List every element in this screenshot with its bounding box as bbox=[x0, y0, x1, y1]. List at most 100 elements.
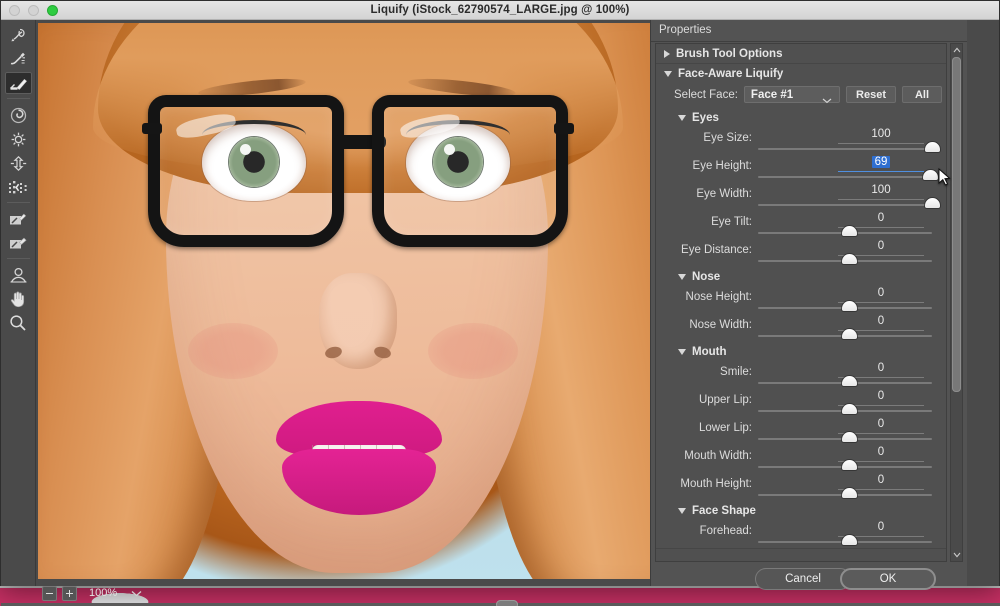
slider-control[interactable]: 0 bbox=[758, 473, 940, 501]
slider-value-input[interactable]: 0 bbox=[860, 362, 902, 374]
slider-row: Mouth Height: 0 bbox=[656, 473, 946, 501]
reconstruct-tool-icon[interactable] bbox=[5, 48, 32, 70]
slider-value-input[interactable]: 0 bbox=[860, 240, 902, 252]
slider-control[interactable]: 0 bbox=[758, 286, 940, 314]
properties-scrollbar[interactable] bbox=[950, 43, 963, 562]
slider-value-text: 100 bbox=[871, 128, 891, 140]
glasses-lens-right bbox=[372, 95, 574, 247]
slider-value-input[interactable]: 0 bbox=[860, 418, 902, 430]
slider-control[interactable]: 0 bbox=[758, 211, 940, 239]
slider-control[interactable]: 0 bbox=[758, 361, 940, 389]
slider-control[interactable]: 100 bbox=[758, 183, 940, 211]
group-label: Eyes bbox=[692, 111, 719, 124]
slider-thumb[interactable] bbox=[841, 460, 857, 470]
zoom-tool-icon[interactable] bbox=[5, 312, 32, 334]
slider-thumb[interactable] bbox=[841, 404, 857, 414]
group-header-face-shape[interactable]: Face Shape bbox=[656, 501, 946, 520]
slider-thumb[interactable] bbox=[841, 376, 857, 386]
face-aware-liquify-header[interactable]: Face-Aware Liquify bbox=[656, 64, 946, 83]
slider-value-input[interactable]: 0 bbox=[860, 315, 902, 327]
ok-button[interactable]: OK bbox=[840, 568, 936, 590]
group-header-nose[interactable]: Nose bbox=[656, 267, 946, 286]
select-face-dropdown[interactable]: Face #1 bbox=[743, 86, 841, 104]
slider-control[interactable]: 0 bbox=[758, 417, 940, 445]
slider-track[interactable] bbox=[758, 204, 932, 206]
section-brush-tool-options[interactable]: Brush Tool Options bbox=[656, 44, 946, 64]
all-button[interactable]: All bbox=[902, 86, 942, 103]
slider-thumb[interactable] bbox=[925, 198, 940, 208]
slider-value-text: 0 bbox=[877, 418, 885, 430]
bloat-tool-icon[interactable] bbox=[5, 152, 32, 174]
dialog-body: 100% Properties Brush Tool Options Face-… bbox=[1, 20, 1000, 606]
face-tool-icon[interactable] bbox=[5, 264, 32, 286]
forward-warp-tool-icon[interactable] bbox=[5, 24, 32, 46]
slider-control[interactable]: 0 bbox=[758, 445, 940, 473]
nose bbox=[319, 273, 397, 369]
slider-control[interactable]: 100 bbox=[758, 127, 940, 155]
freeze-mask-tool-icon[interactable] bbox=[5, 208, 32, 230]
slider-thumb[interactable] bbox=[841, 432, 857, 442]
group-header-eyes[interactable]: Eyes bbox=[656, 108, 946, 127]
cancel-button[interactable]: Cancel bbox=[755, 568, 851, 590]
slider-value-input[interactable]: 69 bbox=[860, 156, 902, 168]
slider-track[interactable] bbox=[758, 148, 932, 150]
slider-label: Eye Height: bbox=[692, 160, 752, 172]
pucker-tool-icon[interactable] bbox=[5, 128, 32, 150]
slider-track[interactable] bbox=[758, 176, 932, 178]
slider-control[interactable]: 0 bbox=[758, 520, 940, 548]
slider-thumb[interactable] bbox=[841, 488, 857, 498]
slider-thumb[interactable] bbox=[925, 142, 940, 152]
panel-resize-grabber-horizontal[interactable] bbox=[496, 600, 518, 606]
slider-value-input[interactable]: 0 bbox=[860, 474, 902, 486]
slider-control[interactable]: 69 bbox=[758, 155, 940, 183]
zoom-out-button[interactable] bbox=[42, 585, 57, 601]
slider-row: Nose Height: 0 bbox=[656, 286, 946, 314]
slider-value-input[interactable]: 100 bbox=[860, 128, 902, 140]
zoom-in-button[interactable] bbox=[62, 585, 77, 601]
slider-thumb[interactable] bbox=[841, 535, 857, 545]
face-parameter-groups: Eyes Eye Size: 100 Eye Height: 69 Eye Width: 1… bbox=[656, 108, 946, 548]
slider-value-input[interactable]: 0 bbox=[860, 390, 902, 402]
slider-thumb[interactable] bbox=[841, 226, 857, 236]
eyeglasses bbox=[142, 95, 574, 255]
slider-value-input[interactable]: 0 bbox=[860, 212, 902, 224]
scroll-up-arrow-icon[interactable] bbox=[951, 44, 962, 56]
hand-tool-icon[interactable] bbox=[5, 288, 32, 310]
reset-button[interactable]: Reset bbox=[846, 86, 896, 103]
image-canvas-area[interactable]: 100% bbox=[36, 20, 685, 601]
title-bar[interactable]: Liquify (iStock_62790574_LARGE.jpg @ 100… bbox=[1, 1, 999, 20]
slider-value-input[interactable]: 0 bbox=[860, 446, 902, 458]
thaw-mask-tool-icon[interactable] bbox=[5, 232, 32, 254]
slider-control[interactable]: 0 bbox=[758, 239, 940, 267]
image-preview[interactable] bbox=[38, 23, 671, 579]
slider-value-input[interactable]: 0 bbox=[860, 521, 902, 533]
select-face-row: Select Face: Face #1 Reset All bbox=[656, 83, 946, 108]
properties-content: Brush Tool Options Face-Aware Liquify Se… bbox=[656, 44, 946, 549]
group-header-mouth[interactable]: Mouth bbox=[656, 342, 946, 361]
slider-thumb[interactable] bbox=[841, 329, 857, 339]
properties-scroll-viewport[interactable]: Brush Tool Options Face-Aware Liquify Se… bbox=[655, 43, 947, 562]
slider-label: Mouth Height: bbox=[680, 478, 752, 490]
slider-thumb[interactable] bbox=[841, 301, 857, 311]
slider-thumb[interactable] bbox=[841, 254, 857, 264]
slider-label: Upper Lip: bbox=[698, 394, 752, 406]
brush-tool-options-header[interactable]: Brush Tool Options bbox=[656, 44, 946, 63]
smooth-tool-icon[interactable] bbox=[4, 72, 32, 94]
slider-thumb[interactable] bbox=[923, 170, 939, 180]
push-left-tool-icon[interactable] bbox=[5, 176, 32, 198]
twirl-clockwise-tool-icon[interactable] bbox=[5, 104, 32, 126]
slider-value-input[interactable]: 0 bbox=[860, 287, 902, 299]
group-label: Nose bbox=[692, 270, 721, 283]
glasses-lens-left bbox=[142, 95, 344, 247]
window-title: Liquify (iStock_62790574_LARGE.jpg @ 100… bbox=[370, 4, 630, 16]
slider-control[interactable]: 0 bbox=[758, 389, 940, 417]
slider-control[interactable]: 0 bbox=[758, 314, 940, 342]
slider-value-text: 69 bbox=[871, 156, 891, 168]
section-face-aware-liquify: Face-Aware Liquify Select Face: Face #1 bbox=[656, 64, 946, 549]
slider-row: Forehead: 0 bbox=[656, 520, 946, 548]
group-label: Mouth bbox=[692, 345, 727, 358]
scrollbar-thumb[interactable] bbox=[952, 57, 961, 392]
scroll-down-arrow-icon[interactable] bbox=[951, 549, 962, 561]
slider-value-input[interactable]: 100 bbox=[860, 184, 902, 196]
zoom-preset-chevron-down-icon[interactable] bbox=[131, 584, 142, 602]
